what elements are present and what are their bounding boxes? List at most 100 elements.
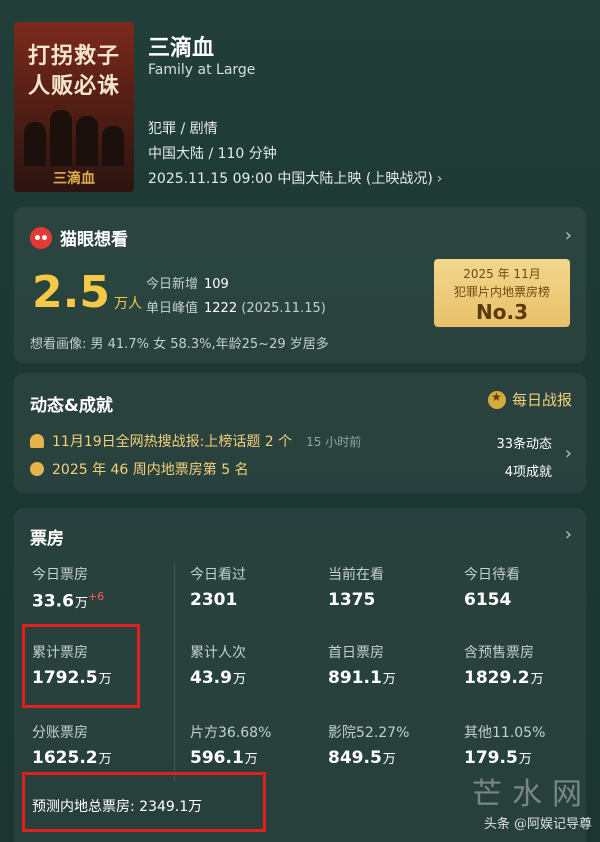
- stat-unit: 万: [98, 752, 112, 767]
- stat-unit: 万: [382, 752, 396, 767]
- stat-number: 1829.2: [464, 668, 530, 688]
- today-new-label: 今日新增: [146, 277, 199, 292]
- chevron-right-icon[interactable]: ›: [565, 524, 572, 545]
- stat-label: 影院52.27%: [328, 725, 410, 741]
- stat-label: 累计人次: [190, 645, 246, 661]
- poster-slogan-line1: 打拐救子: [27, 43, 120, 69]
- watermark-logo: 芒水网: [472, 777, 592, 812]
- medal-icon: [487, 390, 506, 409]
- stat-number: 43.9: [190, 668, 232, 688]
- movie-title: 三滴血: [148, 36, 215, 61]
- stat-label: 当前在看: [328, 567, 384, 583]
- stat-number: 1625.2: [32, 748, 98, 768]
- highlight-box-forecast: [22, 772, 266, 832]
- daily-peak-label: 单日峰值: [146, 301, 199, 316]
- trophy-icon: [30, 462, 44, 476]
- audience-portrait: 想看画像: 男 41.7% 女 58.3%,年龄25~29 岁居多: [30, 337, 329, 352]
- release-text: 2025.11.15 09:00 中国大陆上映 (上映战况): [148, 171, 433, 187]
- ranking-period: 2025 年 11月: [463, 267, 541, 281]
- news-achievements-card[interactable]: 动态&成就 每日战报 11月19日全网热搜战报:上榜话题 2 个 15 小时前 …: [14, 373, 586, 493]
- movie-region-runtime: 中国大陆 / 110 分钟: [148, 146, 277, 162]
- stat-today-pending: 今日待看 6154: [464, 564, 520, 610]
- stat-value: 2301: [190, 590, 238, 610]
- today-new-row: 今日新增 109: [146, 273, 229, 292]
- stat-value: 849.5万: [328, 748, 409, 768]
- stat-value: 1625.2万: [32, 748, 112, 768]
- stat-today-watched: 今日看过 2301: [190, 564, 246, 610]
- want-header-title: 猫眼想看: [60, 230, 128, 250]
- want-unit: 万人: [114, 296, 142, 312]
- watermark: 芒水网 头条 @阿娱记导尊: [472, 769, 592, 832]
- box-office-header-title: 票房: [30, 529, 64, 549]
- stat-delta: +6: [87, 590, 105, 603]
- movie-header: 打拐救子 人贩必诛 三滴血 三滴血 Family at Large 犯罪 / 剧…: [0, 0, 600, 200]
- stat-label: 分账票房: [32, 725, 88, 741]
- stat-value: 43.9万: [190, 668, 246, 688]
- movie-genre: 犯罪 / 剧情: [148, 121, 218, 137]
- ranking-number: No.3: [476, 300, 528, 324]
- news-count: 33条动态: [496, 437, 552, 452]
- stat-unit: 万: [244, 752, 258, 767]
- chevron-right-icon[interactable]: ›: [565, 443, 572, 464]
- news-item-trending[interactable]: 11月19日全网热搜战报:上榜话题 2 个 15 小时前: [30, 431, 361, 451]
- news-item-text: 2025 年 46 周内地票房第 5 名: [52, 462, 249, 478]
- poster-figures: [24, 106, 124, 166]
- stat-value: 596.1万: [190, 748, 271, 768]
- stat-with-presale: 含预售票房 1829.2万: [464, 642, 544, 688]
- movie-poster[interactable]: 打拐救子 人贩必诛 三滴血: [14, 22, 134, 192]
- stat-unit: 万: [232, 672, 246, 687]
- stat-value: 1375: [328, 590, 376, 610]
- ranking-badge[interactable]: 2025 年 11月 犯罪片内地票房榜 No.3: [434, 259, 570, 327]
- stat-cinema-share: 影院52.27% 849.5万: [328, 722, 409, 768]
- stat-today-boxoffice: 今日票房 33.6万+6: [32, 564, 104, 612]
- news-header-title: 动态&成就: [30, 396, 113, 416]
- poster-title: 三滴血: [53, 171, 95, 187]
- news-item-text: 11月19日全网热搜战报:上榜话题 2 个: [52, 434, 293, 450]
- daily-peak-row: 单日峰值 1222 (2025.11.15): [146, 297, 326, 316]
- highlight-box-total: [22, 624, 140, 708]
- stat-number: 179.5: [464, 748, 518, 768]
- stat-value: 1829.2万: [464, 668, 544, 688]
- column-divider: [174, 562, 175, 782]
- want-count: 2.5: [32, 267, 110, 318]
- stat-label: 含预售票房: [464, 645, 534, 661]
- poster-slogan-line2: 人贩必诛: [27, 73, 120, 99]
- chevron-right-icon: ›: [436, 171, 443, 187]
- stat-label: 今日看过: [190, 567, 246, 583]
- daily-report-button[interactable]: 每日战报: [487, 389, 572, 410]
- want-to-see-card[interactable]: 猫眼想看 › 2.5 万人 今日新增 109 单日峰值 1222 (2025.11.…: [14, 207, 586, 363]
- stat-label: 今日待看: [464, 567, 520, 583]
- stat-value: 891.1万: [328, 668, 396, 688]
- daily-peak-value: 1222: [204, 301, 238, 316]
- stat-producer-share: 片方36.68% 596.1万: [190, 722, 271, 768]
- chevron-right-icon[interactable]: ›: [565, 225, 572, 246]
- stat-value: 6154: [464, 590, 512, 610]
- news-item-time: 15 小时前: [306, 434, 362, 449]
- stat-unit: 万: [74, 595, 88, 611]
- stat-number: 596.1: [190, 748, 244, 768]
- movie-release-link[interactable]: 2025.11.15 09:00 中国大陆上映 (上映战况) ›: [148, 168, 442, 188]
- today-new-value: 109: [204, 277, 229, 292]
- achievement-count: 4项成就: [504, 465, 552, 480]
- stat-total-admissions: 累计人次 43.9万: [190, 642, 246, 688]
- stat-label: 首日票房: [328, 645, 384, 661]
- stat-unit: 万: [530, 672, 544, 687]
- stat-number: 891.1: [328, 668, 382, 688]
- stat-other-share: 其他11.05% 179.5万: [464, 722, 545, 768]
- movie-english-title: Family at Large: [148, 62, 256, 78]
- news-item-weekly-rank[interactable]: 2025 年 46 周内地票房第 5 名: [30, 459, 249, 479]
- stat-label: 片方36.68%: [190, 725, 272, 741]
- watermark-author: 头条 @阿娱记导尊: [483, 817, 592, 832]
- stat-first-day: 首日票房 891.1万: [328, 642, 396, 688]
- stat-number: 33.6: [32, 591, 74, 612]
- stat-value: 33.6万+6: [32, 590, 104, 612]
- daily-report-label: 每日战报: [511, 391, 572, 409]
- want-header: 猫眼想看: [30, 225, 128, 250]
- stat-split-boxoffice: 分账票房 1625.2万: [32, 722, 112, 768]
- stat-watching-now: 当前在看 1375: [328, 564, 384, 610]
- stat-unit: 万: [382, 672, 396, 687]
- stat-unit: 万: [518, 752, 532, 767]
- stat-value: 179.5万: [464, 748, 545, 768]
- ranking-category: 犯罪片内地票房榜: [453, 285, 550, 299]
- daily-peak-date: (2025.11.15): [241, 301, 326, 316]
